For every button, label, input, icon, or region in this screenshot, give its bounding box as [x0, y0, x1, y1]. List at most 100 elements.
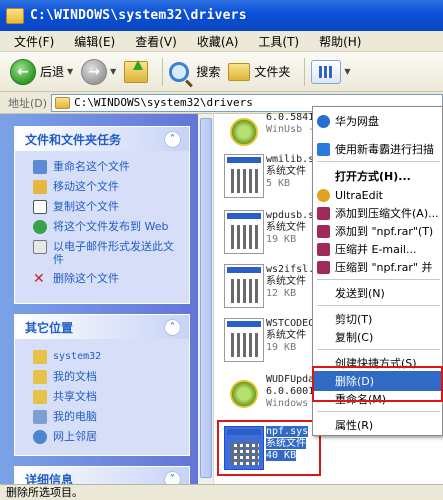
menu-divider	[317, 279, 440, 280]
ultraedit-icon	[317, 188, 330, 202]
collapse-icon[interactable]: ˄	[164, 318, 181, 336]
menu-divider	[317, 411, 440, 412]
copy-icon	[33, 200, 47, 214]
chevron-down-icon[interactable]: ▼	[110, 67, 116, 76]
window-title: C:\WINDOWS\system32\drivers	[30, 8, 247, 23]
views-icon	[311, 59, 342, 84]
up-folder-icon	[124, 59, 149, 83]
computer-icon	[33, 410, 47, 424]
folder-icon	[33, 370, 47, 384]
shared-folder-icon	[33, 390, 47, 404]
place-network[interactable]: 网上邻居	[15, 427, 189, 447]
system-file-icon	[224, 264, 264, 308]
move-icon	[33, 180, 47, 194]
menu-divider	[317, 161, 440, 162]
menu-view[interactable]: 查看(V)	[135, 33, 177, 50]
back-arrow-icon: ←	[10, 58, 36, 85]
menu-item-compress-email[interactable]: 压缩并 E-mail...	[313, 239, 443, 259]
menu-divider	[317, 349, 440, 350]
folders-label: 文件夹	[254, 65, 291, 79]
collapse-icon[interactable]: ˄	[164, 130, 181, 148]
file-item[interactable]: ws2ifsl.sys 系统文件 12 KB	[220, 260, 332, 318]
shield-icon	[317, 142, 330, 156]
highlight-box-file	[217, 420, 321, 476]
file-item[interactable]: wmilib.sys 系统文件 5 KB	[220, 150, 326, 208]
menu-divider	[317, 305, 440, 306]
menu-edit[interactable]: 编辑(E)	[74, 33, 115, 50]
email-icon	[33, 240, 47, 254]
task-rename[interactable]: 重命名这个文件	[15, 157, 189, 177]
menu-bar: 文件(F) 编辑(E) 查看(V) 收藏(A) 工具(T) 帮助(H)	[0, 31, 443, 52]
menu-favorites[interactable]: 收藏(A)	[197, 33, 239, 50]
other-places-title: 其它位置	[25, 320, 74, 335]
globe-icon	[33, 220, 47, 234]
task-publish-web[interactable]: 将这个文件发布到 Web	[15, 217, 189, 237]
winrar-icon	[317, 206, 330, 220]
winrar-icon	[317, 260, 330, 274]
toolbar-divider	[304, 57, 306, 86]
chevron-down-icon[interactable]: ▼	[344, 67, 350, 76]
file-tasks-panel: 文件和文件夹任务 ˄ 重命名这个文件 移动这个文件 复制这个文件 将这个文件发布…	[14, 126, 190, 304]
file-tasks-header[interactable]: 文件和文件夹任务 ˄	[15, 127, 189, 151]
task-pane: 文件和文件夹任务 ˄ 重命名这个文件 移动这个文件 复制这个文件 将这个文件发布…	[0, 114, 198, 491]
menu-help[interactable]: 帮助(H)	[319, 33, 361, 50]
chevron-down-icon[interactable]: ▼	[67, 67, 73, 76]
menu-item-properties[interactable]: 属性(R)	[313, 415, 443, 435]
forward-button[interactable]: → ▼	[81, 58, 116, 85]
up-button[interactable]	[124, 59, 149, 83]
menu-item-copy[interactable]: 复制(C)	[313, 327, 443, 347]
scrollbar-thumb[interactable]	[200, 118, 212, 478]
folder-icon	[33, 350, 47, 364]
menu-file[interactable]: 文件(F)	[14, 33, 54, 50]
task-move[interactable]: 移动这个文件	[15, 177, 189, 197]
forward-arrow-icon: →	[81, 58, 108, 85]
menu-item-cut[interactable]: 剪切(T)	[313, 309, 443, 329]
task-delete[interactable]: ✕ 删除这个文件	[15, 269, 189, 289]
other-places-panel: 其它位置 ˄ system32 我的文档 共享文档 我的电脑 网上邻居	[14, 314, 190, 456]
menu-item-add-npf-rar[interactable]: 添加到 "npf.rar"(T)	[313, 221, 443, 241]
menu-item-ultraedit[interactable]: UltraEdit	[313, 185, 443, 205]
menu-item-add-archive[interactable]: 添加到压缩文件(A)...	[313, 203, 443, 223]
place-my-computer[interactable]: 我的电脑	[15, 407, 189, 427]
menu-item-huawei-disk[interactable]: 华为网盘	[313, 111, 443, 131]
winrar-icon	[317, 224, 330, 238]
folders-button[interactable]: 文件夹	[228, 62, 291, 81]
views-button[interactable]: ▼	[311, 59, 351, 84]
search-button[interactable]: 搜索	[169, 61, 221, 82]
back-label: 后退	[40, 65, 65, 79]
menu-item-scan[interactable]: 使用新毒霸进行扫描	[313, 139, 443, 159]
folder-icon	[55, 96, 71, 109]
place-system32[interactable]: system32	[15, 347, 189, 367]
file-item[interactable]: WSTCODEC 系统文件 19 KB	[220, 314, 320, 372]
menu-item-open-with[interactable]: 打开方式(H)...	[313, 166, 443, 186]
rename-icon	[33, 160, 47, 174]
highlight-box-delete	[312, 366, 443, 402]
menu-item-compress-to-npf-rar[interactable]: 压缩到 "npf.rar" 并	[313, 257, 443, 277]
task-email[interactable]: 以电子邮件形式发送此文件	[15, 237, 189, 269]
file-item[interactable]: wpdusb.sys 系统文件 19 KB	[220, 206, 326, 264]
winrar-icon	[317, 242, 330, 256]
place-my-documents[interactable]: 我的文档	[15, 367, 189, 387]
back-button[interactable]: ← 后退 ▼	[10, 58, 73, 85]
status-bar: 删除所选项目。	[0, 484, 443, 500]
setup-icon	[224, 374, 264, 418]
menu-item-send-to[interactable]: 发送到(N)	[313, 283, 443, 303]
search-icon	[169, 61, 190, 82]
cloud-icon	[317, 114, 330, 128]
toolbar-divider	[162, 57, 164, 86]
system-file-icon	[224, 318, 264, 362]
search-label: 搜索	[196, 65, 221, 79]
network-icon	[33, 430, 47, 444]
other-places-header[interactable]: 其它位置 ˄	[15, 315, 189, 339]
delete-icon: ✕	[33, 271, 45, 287]
status-text: 删除所选项目。	[6, 486, 83, 499]
system-file-icon	[224, 154, 264, 198]
address-label: 地址(D)	[8, 96, 48, 110]
system-file-icon	[224, 210, 264, 254]
title-bar: C:\WINDOWS\system32\drivers	[0, 0, 443, 31]
file-tasks-title: 文件和文件夹任务	[25, 132, 122, 147]
place-shared-documents[interactable]: 共享文档	[15, 387, 189, 407]
folders-icon	[228, 62, 251, 81]
menu-tools[interactable]: 工具(T)	[258, 33, 299, 50]
task-copy[interactable]: 复制这个文件	[15, 197, 189, 217]
